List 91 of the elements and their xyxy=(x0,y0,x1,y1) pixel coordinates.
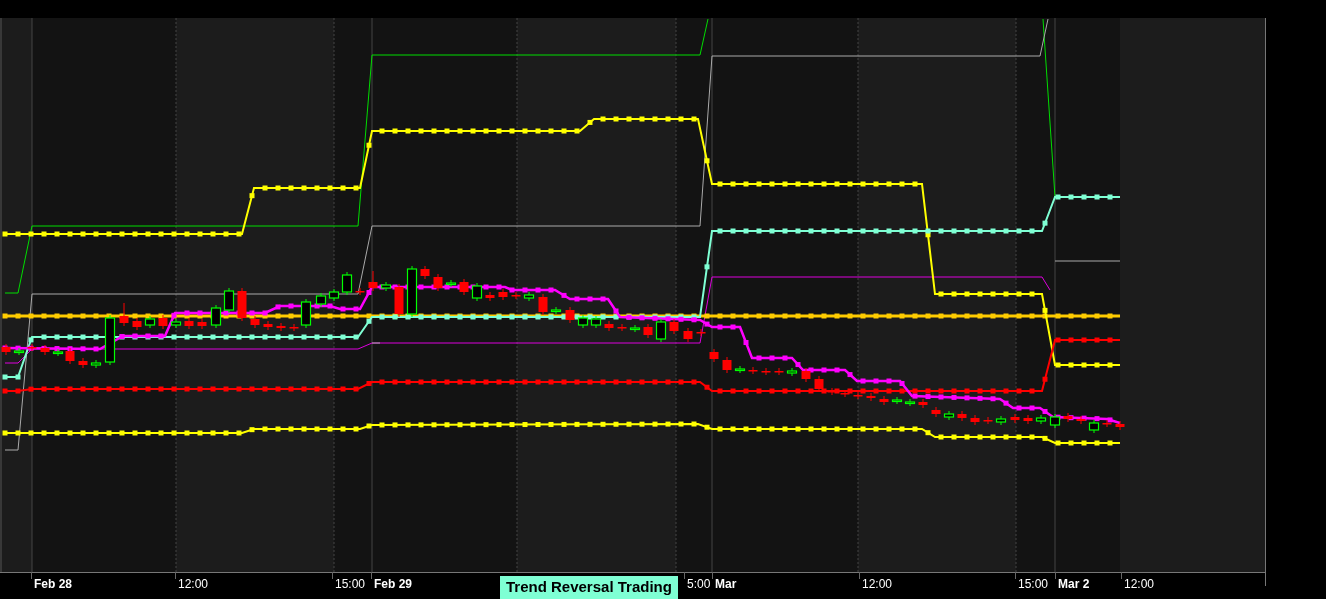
axis-label: 15:00 xyxy=(1018,577,1049,591)
candlestick xyxy=(629,324,641,333)
candlestick xyxy=(394,283,404,318)
candlestick xyxy=(485,291,495,302)
candlestick xyxy=(27,343,37,352)
candlestick xyxy=(263,320,273,331)
candlestick xyxy=(210,304,222,329)
candlestick xyxy=(511,291,521,300)
candlestick xyxy=(132,317,142,331)
candlestick xyxy=(617,323,627,332)
axis-label: 12:00 xyxy=(178,577,209,591)
candlestick xyxy=(237,287,247,322)
candlestick xyxy=(420,265,430,280)
candlestick xyxy=(471,282,483,302)
candlestick xyxy=(368,270,378,292)
candlestick xyxy=(406,265,418,318)
candlestick xyxy=(13,347,25,356)
candlestick xyxy=(904,398,916,407)
candlestick xyxy=(669,318,679,335)
axis-label: Mar xyxy=(715,577,737,591)
candlestick xyxy=(90,359,102,369)
candlestick xyxy=(250,315,260,329)
candlestick xyxy=(683,327,693,343)
axis-label: 15:00 xyxy=(335,577,366,591)
candlestick xyxy=(774,367,784,376)
candlestick xyxy=(995,415,1007,426)
candlestick xyxy=(866,392,876,402)
axis-label: Mar 2 xyxy=(1058,577,1090,591)
candlestick xyxy=(538,293,548,316)
candlestick xyxy=(445,279,457,288)
candlestick xyxy=(1088,419,1100,434)
candlestick xyxy=(1102,419,1112,428)
candlestick xyxy=(696,328,706,337)
candlestick xyxy=(590,315,602,329)
candlestick xyxy=(891,396,903,405)
candlestick xyxy=(709,348,719,363)
candlestick xyxy=(604,320,614,332)
candlestick xyxy=(1115,420,1125,431)
candlestick xyxy=(184,317,194,330)
axis-label: Feb 29 xyxy=(374,577,412,591)
axis-label: 5:00 xyxy=(687,577,711,591)
candlestick xyxy=(498,288,508,301)
axis-label: 12:00 xyxy=(1124,577,1155,591)
candlestick xyxy=(170,318,182,329)
candlestick xyxy=(827,387,837,396)
candlestick xyxy=(655,318,667,343)
candlestick xyxy=(918,398,928,409)
candlestick xyxy=(786,367,798,377)
candlestick xyxy=(761,367,771,376)
candlestick xyxy=(315,292,327,308)
candlestick xyxy=(119,302,129,327)
candlestick xyxy=(853,391,863,400)
candlestick xyxy=(840,389,850,398)
candlestick xyxy=(276,322,286,332)
candlestick xyxy=(879,395,889,406)
candlestick xyxy=(722,356,732,374)
title-banner: Trend Reversal Trading xyxy=(500,576,678,599)
candlestick xyxy=(223,287,235,314)
candlestick xyxy=(643,323,653,339)
candlestick xyxy=(970,414,980,426)
candlestick xyxy=(734,365,746,374)
candlestick xyxy=(814,375,824,393)
candlestick xyxy=(158,314,168,330)
candlestick xyxy=(104,314,116,366)
candlestick xyxy=(380,281,392,292)
axis-label: Feb 28 xyxy=(34,577,72,591)
candlestick xyxy=(931,406,941,418)
candlestick xyxy=(1023,414,1033,425)
candlestick xyxy=(40,344,50,356)
candlestick xyxy=(565,306,575,324)
candlestick xyxy=(197,318,207,330)
candlestick xyxy=(748,366,758,375)
candlestick xyxy=(1010,413,1020,424)
axis-label: 12:00 xyxy=(862,577,893,591)
candlestick xyxy=(801,367,811,383)
candlestick xyxy=(523,291,535,302)
candlestick xyxy=(1063,412,1073,423)
candlestick xyxy=(1,343,11,356)
candlestick xyxy=(550,306,562,315)
candlestick xyxy=(577,314,589,329)
candlestick xyxy=(144,315,156,329)
candlestick xyxy=(355,287,365,296)
candlestick xyxy=(1035,414,1047,425)
candlestick xyxy=(459,278,469,296)
candlestick xyxy=(1049,413,1061,429)
candlestick xyxy=(1076,415,1086,425)
candlestick xyxy=(433,273,443,292)
candlestick xyxy=(983,416,993,425)
candlestick xyxy=(78,357,88,369)
candlestick xyxy=(957,410,967,422)
candlestick xyxy=(943,410,955,421)
